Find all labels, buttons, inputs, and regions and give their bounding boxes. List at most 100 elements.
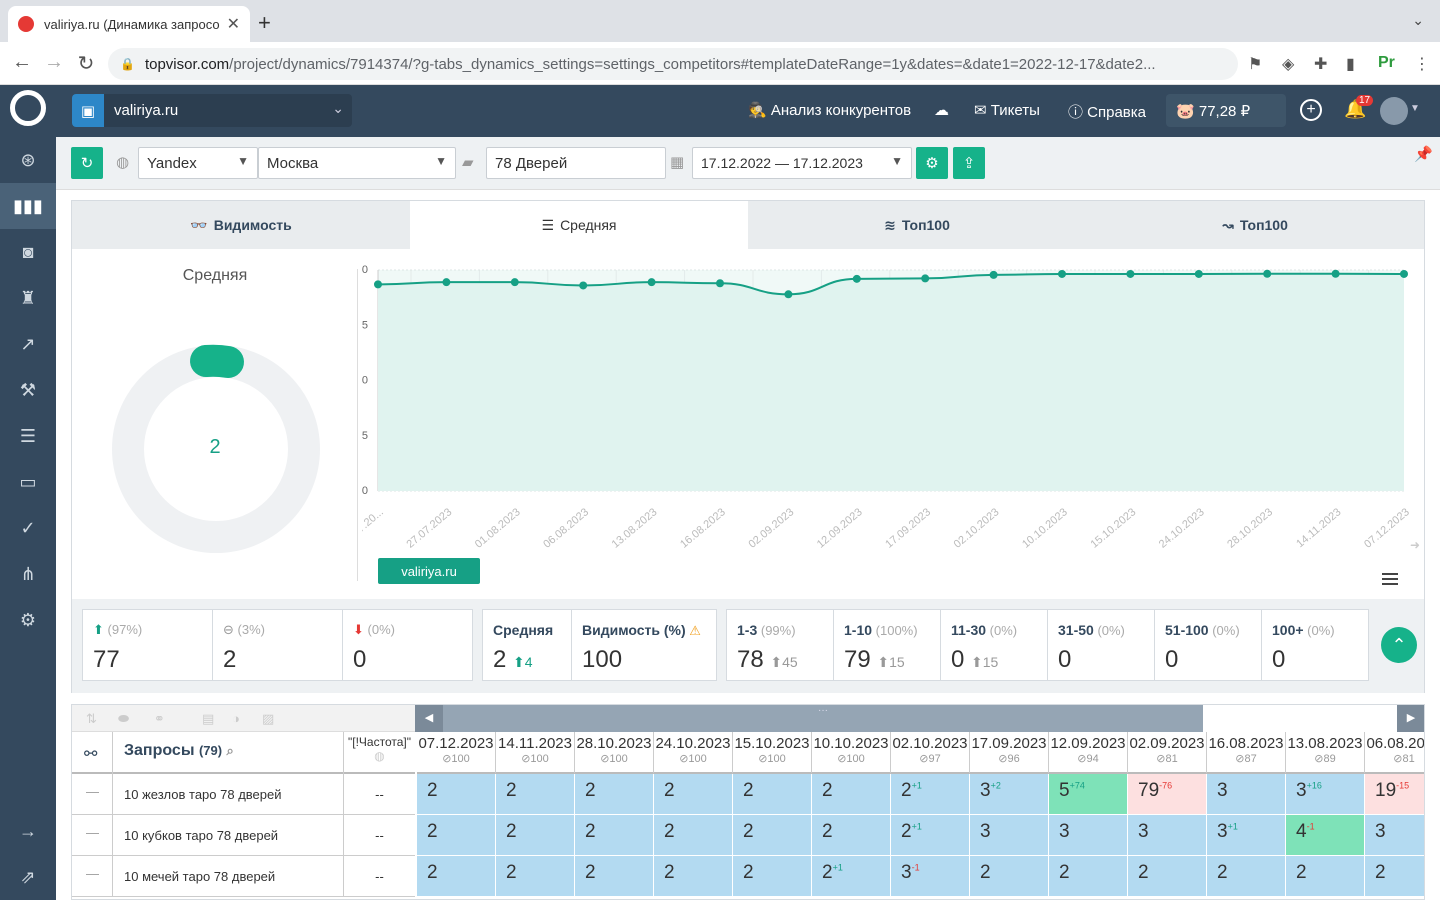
sidebar-item-tools[interactable]: ⚒	[0, 367, 56, 413]
stat-range[interactable]: 31-50 (0%) 0	[1048, 610, 1155, 680]
new-tab-button[interactable]: +	[258, 10, 271, 36]
reload-icon[interactable]: ↻	[74, 51, 98, 76]
image-icon[interactable]: ▨	[262, 711, 274, 727]
date-column-header[interactable]: 10.10.2023 ⊘100	[812, 732, 891, 774]
date-column-header[interactable]: 02.10.2023 ⊘97	[891, 732, 970, 774]
position-cell[interactable]: 2+1	[812, 856, 891, 897]
forward-arrow-icon[interactable]: →	[42, 51, 66, 74]
position-cell[interactable]: 2	[970, 856, 1049, 897]
table-row[interactable]: — 10 мечей таро 78 дверей --	[72, 856, 415, 897]
date-column-header[interactable]: 24.10.2023 ⊘100	[654, 732, 733, 774]
position-cell[interactable]: 3-1	[891, 856, 970, 897]
link-icon[interactable]: ⚭	[154, 711, 165, 727]
date-column-header[interactable]: 14.11.2023 ⊘100	[496, 732, 575, 774]
date-column-header[interactable]: 12.09.2023 ⊘94	[1049, 732, 1128, 774]
balance-button[interactable]: 🐷 77,28 ₽	[1166, 94, 1286, 127]
position-cell[interactable]: 2	[733, 774, 812, 815]
date-column-header[interactable]: 02.09.2023 ⊘81	[1128, 732, 1207, 774]
date-column-header[interactable]: 15.10.2023 ⊘100	[733, 732, 812, 774]
avatar[interactable]	[1380, 97, 1408, 125]
pr-extension-icon[interactable]: Pr	[1378, 54, 1395, 72]
sidebar-item-audit[interactable]: ✓	[0, 505, 56, 551]
position-cell[interactable]: 79-76	[1128, 774, 1207, 815]
minus-icon[interactable]: —	[86, 825, 99, 840]
tab-search-chevron-icon[interactable]: ⌄	[1412, 12, 1424, 29]
query-text[interactable]: 10 мечей таро 78 дверей	[124, 869, 275, 884]
search-icon[interactable]: ⌕	[227, 743, 234, 758]
position-cell[interactable]: 3+16	[1286, 774, 1365, 815]
settings-button[interactable]: ⚙	[916, 147, 948, 179]
position-cell[interactable]: 3	[1049, 815, 1128, 856]
position-cell[interactable]: 2	[1128, 856, 1207, 897]
sidebar-item-external[interactable]: ⇗	[0, 854, 56, 900]
sidebar-item-positions[interactable]: ⊛	[0, 137, 56, 183]
position-cell[interactable]: 2	[812, 774, 891, 815]
toggle-icon[interactable]: ⬬	[118, 711, 129, 727]
position-cell[interactable]: 3	[970, 815, 1049, 856]
tickets-link[interactable]: ✉ Тикеты	[974, 101, 1040, 119]
pin-icon[interactable]: 📌	[1414, 145, 1433, 163]
close-tab-icon[interactable]: ✕	[227, 14, 240, 34]
back-arrow-icon[interactable]: ←	[10, 51, 34, 74]
tab-top100-layers[interactable]: ≋ Топ100	[748, 201, 1086, 249]
add-funds-button[interactable]: +	[1300, 99, 1322, 121]
date-column-header[interactable]: 17.09.2023 ⊘96	[970, 732, 1049, 774]
position-cell[interactable]: 19-15	[1365, 774, 1424, 815]
stat-average[interactable]: Средняя 2 ⬆4	[483, 610, 572, 680]
query-text[interactable]: 10 жезлов таро 78 дверей	[124, 787, 282, 802]
stat-range[interactable]: 100+ (0%) 0	[1262, 610, 1369, 680]
sidebar-item-dynamics[interactable]: ▮▮▮	[0, 183, 56, 229]
topvisor-logo-icon[interactable]	[10, 90, 46, 126]
position-cell[interactable]: 5+74	[1049, 774, 1128, 815]
position-cell[interactable]: 2	[496, 815, 575, 856]
position-cell[interactable]: 2	[417, 774, 496, 815]
position-cell[interactable]: 3+2	[970, 774, 1049, 815]
cloud-sync-icon[interactable]: ☁	[934, 101, 949, 119]
frequency-header[interactable]: "[!Частота]" ◍	[344, 735, 415, 763]
position-cell[interactable]: 2+1	[891, 774, 970, 815]
contrast-icon[interactable]: ◑	[232, 711, 240, 726]
position-cell[interactable]: 2	[417, 856, 496, 897]
position-cell[interactable]: 2	[654, 774, 733, 815]
browser-tab[interactable]: valiriya.ru (Динамика запросо ✕	[8, 6, 250, 42]
sidebar-item-login[interactable]: →	[0, 808, 56, 854]
date-column-header[interactable]: 13.08.2023 ⊘89	[1286, 732, 1365, 774]
position-cell[interactable]: 3	[1365, 815, 1424, 856]
query-text[interactable]: 10 кубков таро 78 дверей	[124, 828, 278, 843]
export-button[interactable]: ⇪	[953, 147, 985, 179]
help-link[interactable]: ⓘ Справка	[1068, 101, 1146, 122]
collapse-up-button[interactable]: ⌃	[1381, 627, 1417, 663]
position-cell[interactable]: 2	[496, 856, 575, 897]
position-cell[interactable]: 2	[654, 856, 733, 897]
table-row[interactable]: — 10 кубков таро 78 дверей --	[72, 815, 415, 856]
date-column-header[interactable]: 06.08.2023⊘81	[1365, 732, 1424, 774]
avatar-chevron-icon[interactable]: ▼	[1410, 103, 1420, 114]
kebab-menu-icon[interactable]: ⋮	[1414, 54, 1430, 74]
position-cell[interactable]: 2	[1207, 856, 1286, 897]
position-cell[interactable]: 2	[575, 774, 654, 815]
date-range-select[interactable]: 17.12.2022 — 17.12.2023 ▼	[692, 147, 912, 179]
table-icon[interactable]: ▤	[202, 711, 214, 727]
sidebar-item-snapshots[interactable]: ◙	[0, 229, 56, 275]
shield-icon[interactable]: ◈	[1282, 54, 1294, 74]
position-cell[interactable]: 2	[1286, 856, 1365, 897]
project-selector[interactable]: ▣ valiriya.ru ⌄	[72, 94, 352, 127]
minus-icon[interactable]: —	[86, 866, 99, 881]
position-cell[interactable]: 2	[654, 815, 733, 856]
legend-series-valiriya[interactable]: valiriya.ru	[378, 558, 480, 584]
position-cell[interactable]: 2	[496, 774, 575, 815]
stat-range[interactable]: 51-100 (0%) 0	[1155, 610, 1262, 680]
position-cell[interactable]: 3+1	[1207, 815, 1286, 856]
scroll-left-button[interactable]: ◀	[415, 705, 443, 732]
sidebar-item-inbox[interactable]: ▭	[0, 459, 56, 505]
sidebar-item-structure[interactable]: ⋔	[0, 551, 56, 597]
table-row[interactable]: — 10 жезлов таро 78 дверей --	[72, 774, 415, 815]
position-cell[interactable]: 3	[1207, 774, 1286, 815]
stat-same[interactable]: ⊖ (3%) 2	[213, 610, 343, 680]
sidebar-item-trophy[interactable]: ♜	[0, 275, 56, 321]
stat-range[interactable]: 11-30 (0%) 0 ⬆15	[941, 610, 1048, 680]
tab-average[interactable]: ☰ Средняя	[410, 201, 748, 249]
stat-range[interactable]: 1-10 (100%) 79 ⬆15	[834, 610, 941, 680]
position-cell[interactable]: 2	[575, 815, 654, 856]
position-cell[interactable]: 2	[1049, 856, 1128, 897]
